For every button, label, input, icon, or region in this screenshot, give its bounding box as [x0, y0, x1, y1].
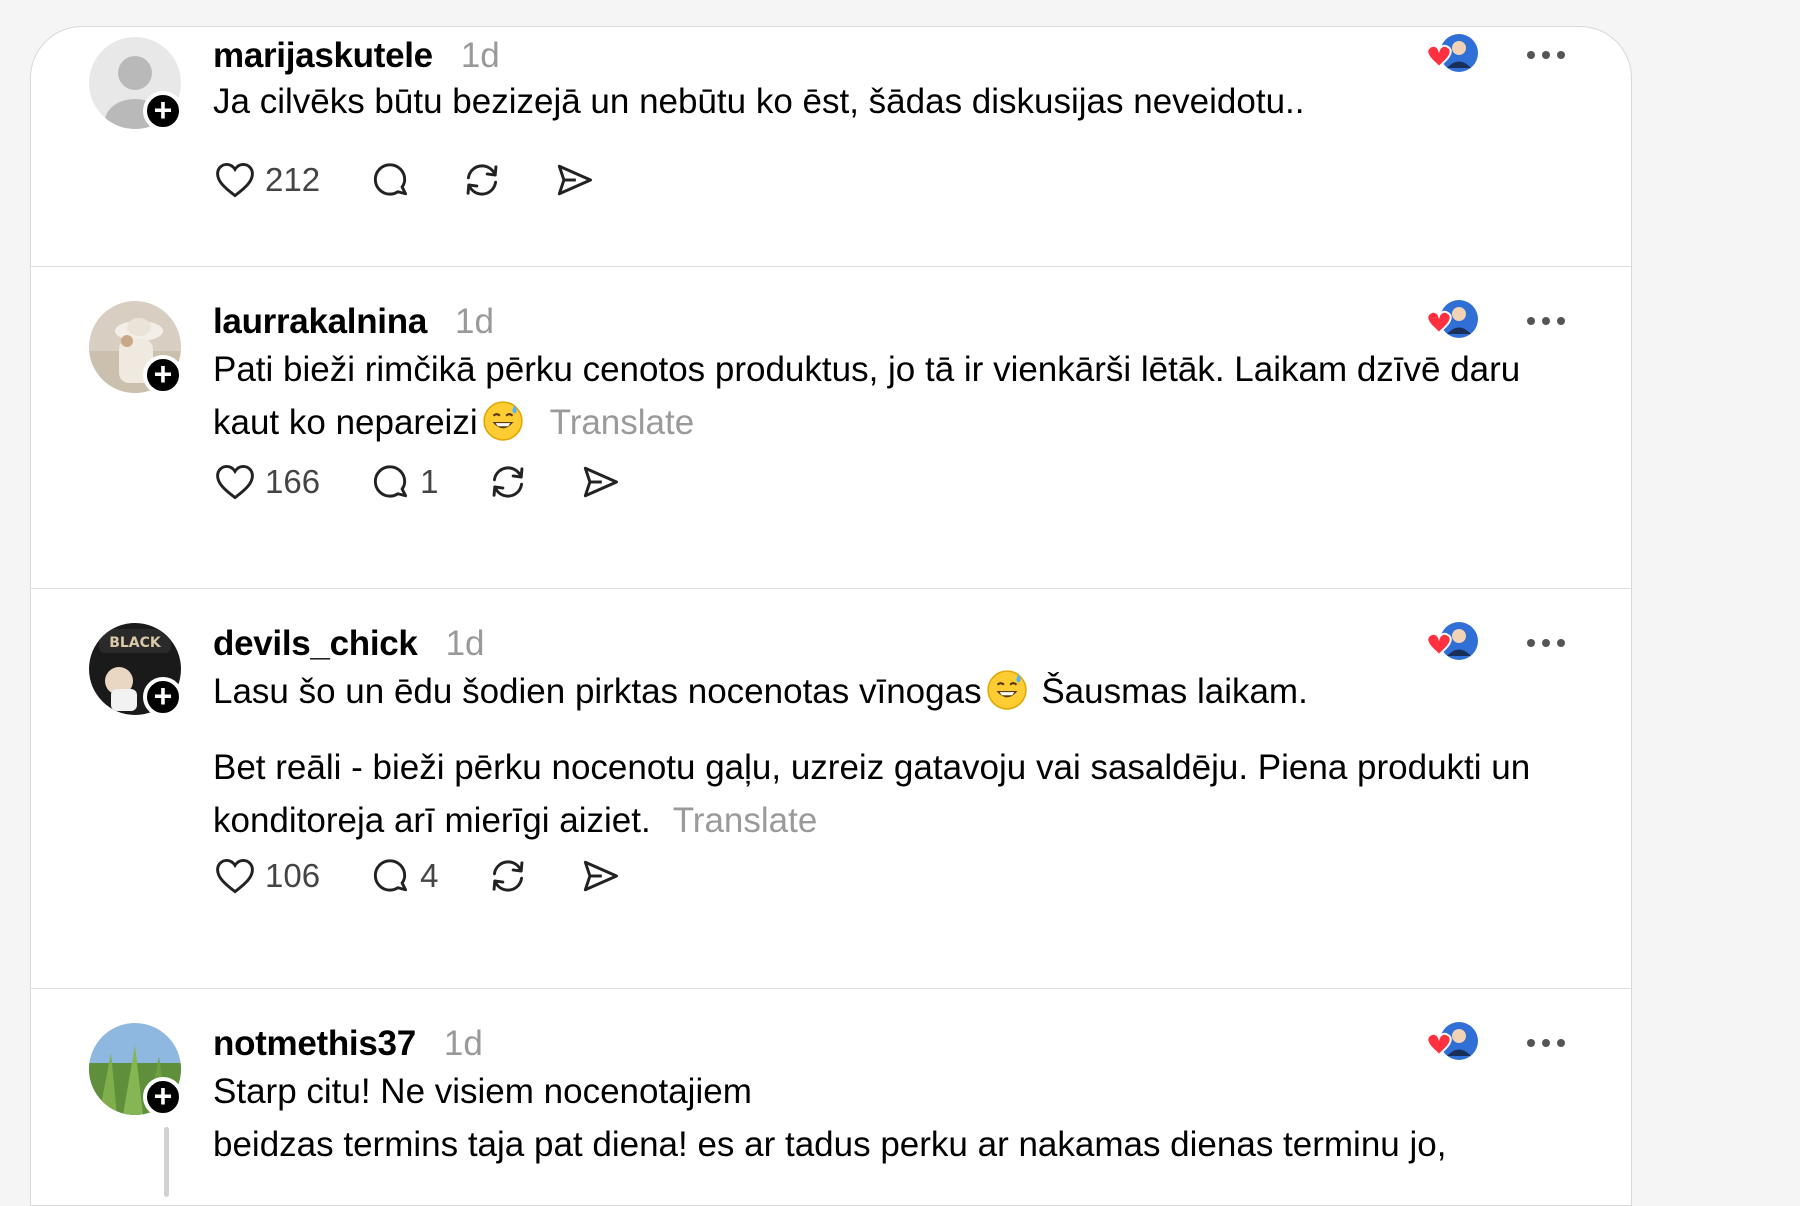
- heart-icon: [216, 464, 254, 500]
- liked-by-avatar-icon[interactable]: [1421, 1019, 1481, 1063]
- post-paragraph: Ja cilvēks būtu bezizejā un nebūtu ko ēs…: [213, 82, 1305, 121]
- post-text: Pati bieži rimčikā pērku cenotos produkt…: [213, 343, 1593, 449]
- grinning-sweat-emoji-icon: [986, 670, 1027, 710]
- username[interactable]: devils_chick: [213, 624, 418, 664]
- timestamp[interactable]: 1d: [461, 36, 500, 76]
- post-paragraph: Starp citu! Ne visiem nocenotajiem: [213, 1072, 752, 1111]
- share-icon: [584, 860, 619, 892]
- post: + marijaskutele 1d Ja cilvēks būtu beziz…: [31, 27, 1631, 267]
- share-button[interactable]: [578, 854, 622, 898]
- repost-icon: [466, 164, 498, 196]
- translate-link[interactable]: Translate: [550, 403, 695, 442]
- liked-by-avatar-icon[interactable]: [1421, 297, 1481, 341]
- heart-icon: [216, 162, 254, 198]
- post-paragraph: beidzas termins taja pat diena! es ar ta…: [213, 1125, 1447, 1164]
- share-button[interactable]: [578, 460, 622, 504]
- post-paragraph: Lasu šo un ēdu šodien pirktas nocenotas …: [213, 672, 982, 711]
- share-icon: [557, 164, 593, 196]
- repost-icon: [493, 860, 524, 892]
- post-header: marijaskutele 1d: [213, 31, 500, 81]
- thread-line: [164, 1127, 169, 1197]
- heart-icon: [216, 858, 254, 894]
- reply-button[interactable]: 4: [368, 854, 438, 898]
- follow-plus-icon[interactable]: +: [143, 677, 183, 717]
- grinning-sweat-emoji-icon: [482, 401, 523, 441]
- like-count: 106: [265, 857, 321, 894]
- timestamp[interactable]: 1d: [446, 624, 485, 664]
- repost-button[interactable]: [460, 158, 504, 202]
- post-text: Ja cilvēks būtu bezizejā un nebūtu ko ēs…: [213, 75, 1593, 128]
- svg-text:BLACK: BLACK: [109, 635, 162, 651]
- post: + laurrakalnina 1d Pati bieži rimčikā pē…: [31, 267, 1631, 589]
- post: + notmethis37 1d Starp citu! Ne visiem n…: [31, 989, 1631, 1205]
- like-count: 212: [265, 161, 321, 198]
- post-actions: 166 1: [213, 457, 670, 507]
- more-options-icon[interactable]: [1521, 633, 1571, 653]
- username[interactable]: notmethis37: [213, 1024, 416, 1064]
- post-paragraph: Bet reāli - bieži pērku nocenotu gaļu, u…: [213, 748, 1531, 840]
- liked-by-avatar-icon[interactable]: [1421, 619, 1481, 663]
- reply-count: 4: [420, 857, 439, 894]
- post-header: devils_chick 1d: [213, 619, 485, 669]
- post-header: laurrakalnina 1d: [213, 297, 494, 347]
- reply-count: 1: [420, 463, 439, 500]
- post-text: Lasu šo un ēdu šodien pirktas nocenotas …: [213, 665, 1593, 718]
- follow-plus-icon[interactable]: +: [143, 355, 183, 395]
- post-actions: 212: [213, 155, 644, 205]
- post-header: notmethis37 1d: [213, 1019, 483, 1069]
- share-button[interactable]: [552, 158, 596, 202]
- like-button[interactable]: 212: [213, 158, 320, 202]
- comment-icon: [373, 163, 408, 196]
- like-button[interactable]: 106: [213, 854, 320, 898]
- more-options-icon[interactable]: [1521, 1033, 1571, 1053]
- post-text: Bet reāli - bieži pērku nocenotu gaļu, u…: [213, 741, 1593, 847]
- post-paragraph: Pati bieži rimčikā pērku cenotos produkt…: [213, 350, 1521, 442]
- repost-button[interactable]: [486, 460, 530, 504]
- more-options-icon[interactable]: [1521, 45, 1571, 65]
- post: BLACK + devils_chick 1d Lasu šo un ēdu š…: [31, 589, 1631, 989]
- comment-icon: [373, 465, 408, 498]
- follow-plus-icon[interactable]: +: [143, 1077, 183, 1117]
- like-button[interactable]: 166: [213, 460, 320, 504]
- reply-button[interactable]: [368, 158, 412, 202]
- timestamp[interactable]: 1d: [455, 302, 494, 342]
- username[interactable]: marijaskutele: [213, 36, 433, 76]
- post-paragraph: Šausmas laikam.: [1041, 672, 1308, 711]
- post-text: Starp citu! Ne visiem nocenotajiem beidza…: [213, 1065, 1593, 1171]
- thread-feed: + marijaskutele 1d Ja cilvēks būtu beziz…: [30, 26, 1632, 1206]
- like-count: 166: [265, 463, 321, 500]
- share-icon: [584, 466, 619, 498]
- liked-by-avatar-icon[interactable]: [1421, 31, 1481, 75]
- username[interactable]: laurrakalnina: [213, 302, 427, 342]
- repost-icon: [493, 466, 524, 498]
- follow-plus-icon[interactable]: +: [143, 91, 183, 131]
- post-actions: 106 4: [213, 851, 670, 901]
- translate-link[interactable]: Translate: [673, 801, 818, 840]
- more-options-icon[interactable]: [1521, 311, 1571, 331]
- repost-button[interactable]: [486, 854, 530, 898]
- comment-icon: [373, 859, 408, 892]
- reply-button[interactable]: 1: [368, 460, 438, 504]
- timestamp[interactable]: 1d: [444, 1024, 483, 1064]
